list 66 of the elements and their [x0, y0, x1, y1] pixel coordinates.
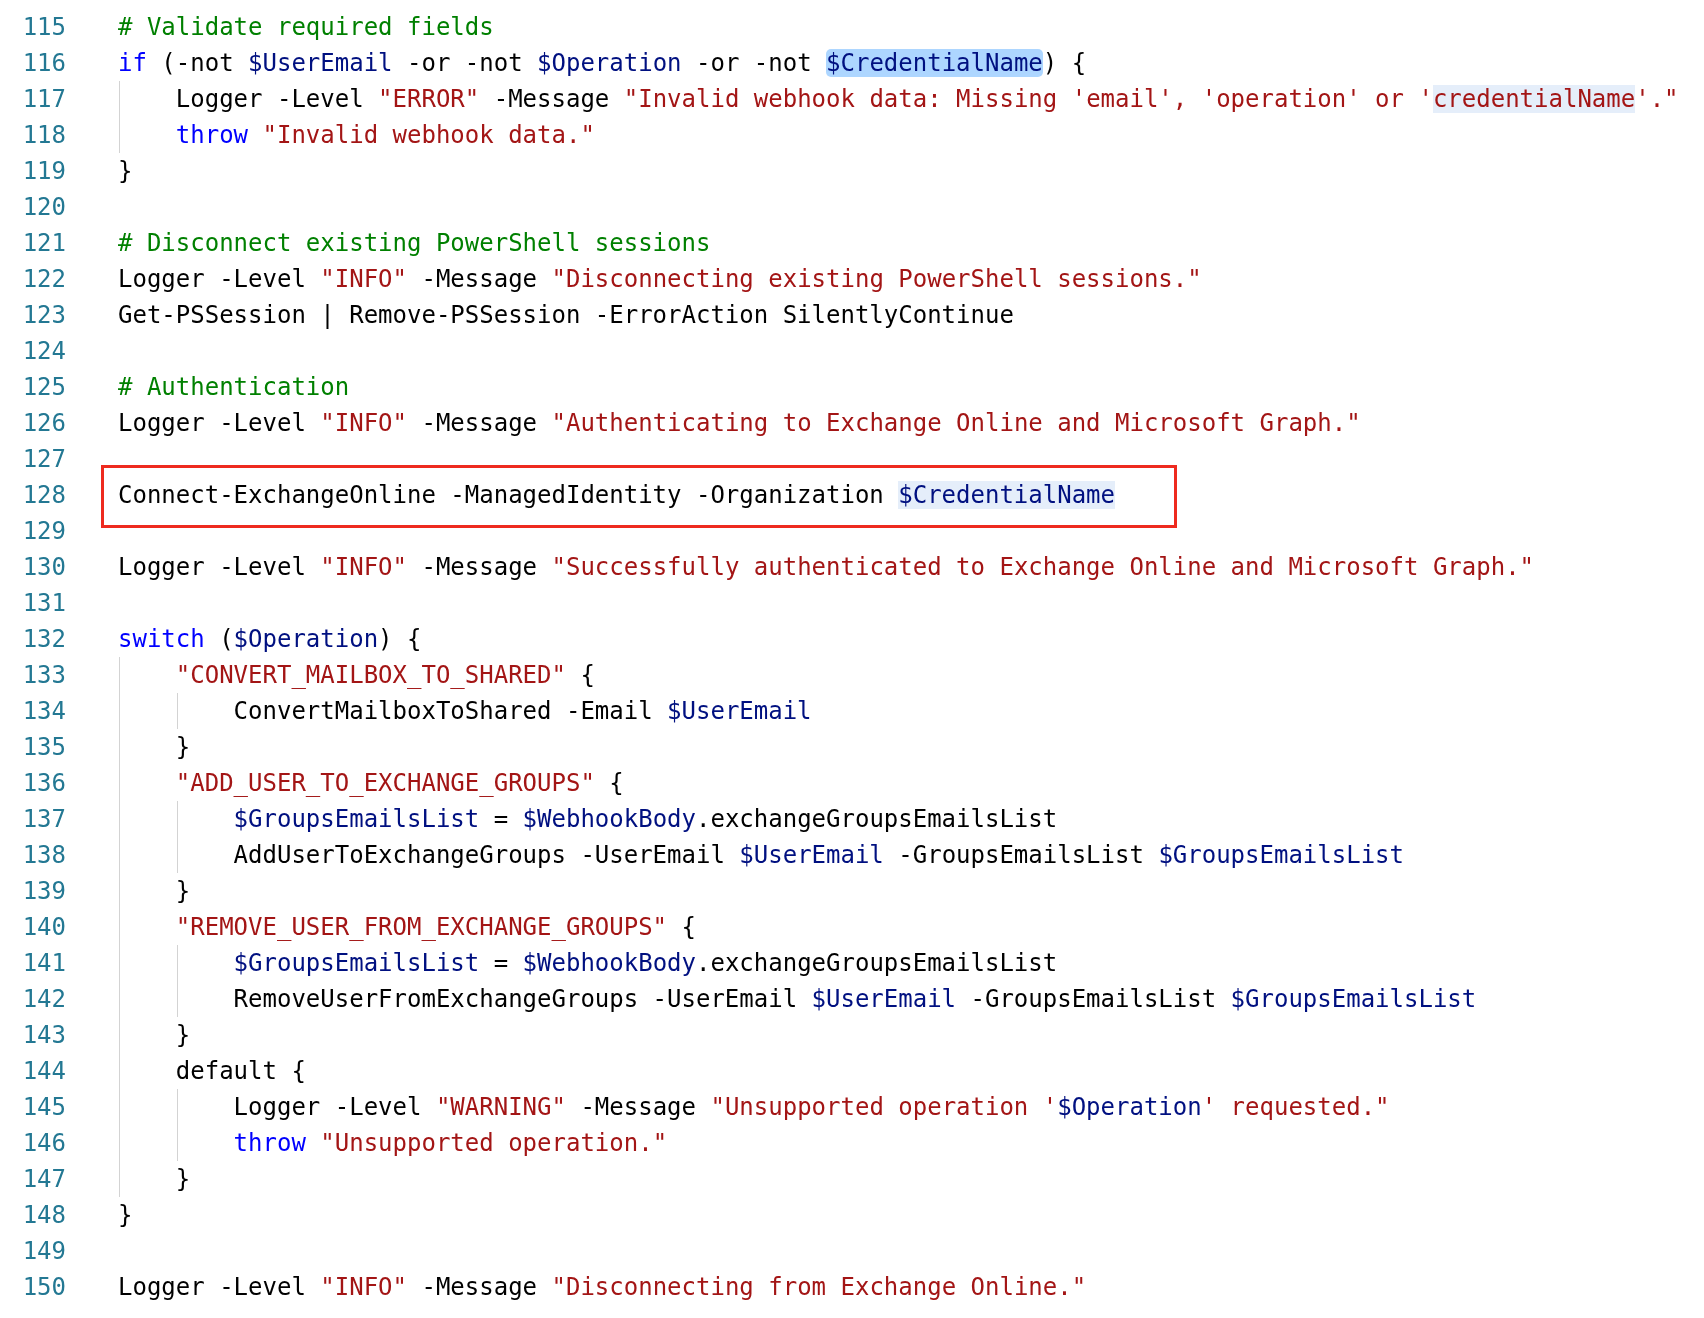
line-number: 121 [21, 228, 66, 259]
line-number: 119 [21, 156, 66, 187]
line-number: 141 [21, 948, 66, 979]
line-number: 128 [21, 480, 66, 511]
code-line: Logger -Level "INFO" -Message "Authenticating to Exchange Online and Microsoft Graph." [118, 408, 1361, 439]
code-line: Get-PSSession | Remove-PSSession -ErrorAction SilentlyContinue [118, 300, 1014, 331]
code-line: } [118, 1161, 191, 1197]
code-line: "ADD_USER_TO_EXCHANGE_GROUPS" { [118, 765, 624, 801]
line-number: 149 [21, 1236, 66, 1267]
line-number: 131 [21, 588, 66, 619]
code-line: $GroupsEmailsList = $WebhookBody.exchangeGroupsEmailsList [118, 945, 1058, 981]
code-line: "CONVERT_MAILBOX_TO_SHARED" { [118, 657, 595, 693]
code-line: # Validate required fields [118, 12, 494, 43]
code-line: switch ($Operation) { [118, 624, 422, 655]
line-number: 133 [21, 660, 66, 691]
line-number: 142 [21, 984, 66, 1015]
line-number: 140 [21, 912, 66, 943]
line-number: 137 [21, 804, 66, 835]
code-line: Logger -Level "INFO" -Message "Successfully authenticated to Exchange Online and Microsoft Graph." [118, 552, 1535, 583]
code-line: # Disconnect existing PowerShell sessions [118, 228, 711, 259]
line-number: 118 [21, 120, 66, 151]
line-number: 134 [21, 696, 66, 727]
code-line: } [118, 1017, 191, 1053]
code-line: $GroupsEmailsList = $WebhookBody.exchangeGroupsEmailsList [118, 801, 1058, 837]
code-line: Logger -Level "INFO" -Message "Disconnecting existing PowerShell sessions." [118, 264, 1202, 295]
code-line: "REMOVE_USER_FROM_EXCHANGE_GROUPS" { [118, 909, 696, 945]
code-line: RemoveUserFromExchangeGroups -UserEmail $UserEmail -GroupsEmailsList $GroupsEmailsList [118, 981, 1477, 1017]
code-line: Logger -Level "ERROR" -Message "Invalid webhook data: Missing 'email', 'operation' or 'credentialName'." [118, 81, 1679, 117]
line-number: 122 [21, 264, 66, 295]
line-number: 116 [21, 48, 66, 79]
line-number: 139 [21, 876, 66, 907]
code-line: Connect-ExchangeOnline -ManagedIdentity -Organization $CredentialName [118, 480, 1115, 511]
code-line: } [118, 873, 191, 909]
code-line: } [118, 729, 191, 765]
code-line: } [118, 156, 133, 187]
code-line: } [118, 1200, 133, 1231]
line-number: 150 [21, 1272, 66, 1303]
line-number: 120 [21, 192, 66, 223]
code-line: default { [118, 1053, 306, 1089]
code-line: ConvertMailboxToShared -Email $UserEmail [118, 693, 812, 729]
line-number: 143 [21, 1020, 66, 1051]
line-number: 146 [21, 1128, 66, 1159]
line-number: 117 [21, 84, 66, 115]
line-number: 136 [21, 768, 66, 799]
line-number: 130 [21, 552, 66, 583]
line-number: 115 [21, 12, 66, 43]
line-number: 129 [21, 516, 66, 547]
line-number: 127 [21, 444, 66, 475]
line-number: 124 [21, 336, 66, 367]
line-number: 144 [21, 1056, 66, 1087]
code-line: Logger -Level "WARNING" -Message "Unsupported operation '$Operation' requested." [118, 1089, 1390, 1125]
line-number: 148 [21, 1200, 66, 1231]
line-number: 132 [21, 624, 66, 655]
line-number: 123 [21, 300, 66, 331]
line-number: 147 [21, 1164, 66, 1195]
code-line: AddUserToExchangeGroups -UserEmail $UserEmail -GroupsEmailsList $GroupsEmailsList [118, 837, 1404, 873]
line-number: 125 [21, 372, 66, 403]
code-line: Logger -Level "INFO" -Message "Disconnecting from Exchange Online." [118, 1272, 1087, 1303]
code-line: throw "Unsupported operation." [118, 1125, 668, 1161]
line-number: 135 [21, 732, 66, 763]
line-number: 126 [21, 408, 66, 439]
line-number: 145 [21, 1092, 66, 1123]
line-number: 138 [21, 840, 66, 871]
code-line: if (-not $UserEmail -or -not $Operation -or -not $CredentialName) { [118, 48, 1087, 79]
code-line: throw "Invalid webhook data." [118, 117, 595, 153]
code-line: # Authentication [118, 372, 350, 403]
